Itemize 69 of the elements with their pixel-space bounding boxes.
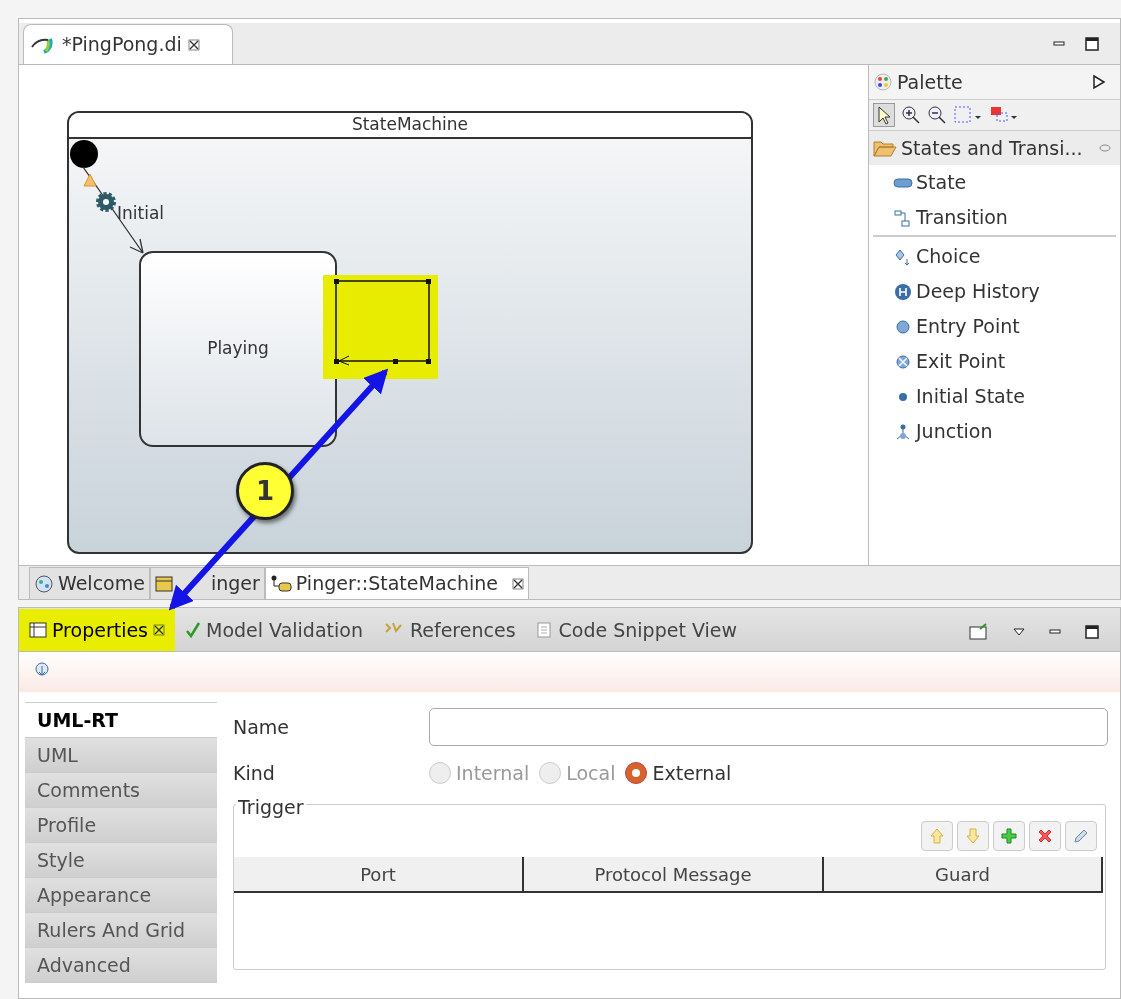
palette-tool[interactable]: Initial State — [873, 379, 1116, 414]
properties-section-tab[interactable]: Profile — [25, 808, 217, 843]
palette-tool[interactable]: Deep History — [873, 274, 1116, 309]
state-machine-icon — [269, 573, 292, 594]
view-tab[interactable]: Code Snippet View — [525, 609, 747, 651]
properties-section-tab[interactable]: Comments — [25, 773, 217, 808]
close-icon[interactable] — [187, 38, 200, 51]
palette-icon — [873, 72, 893, 92]
transition-label: Initial — [117, 202, 165, 225]
palette-tool[interactable]: Exit Point — [873, 344, 1116, 379]
delete-icon — [1036, 827, 1054, 845]
name-field[interactable] — [429, 708, 1108, 746]
marquee-icon[interactable] — [953, 105, 983, 125]
capsule-icon — [154, 574, 173, 593]
history-icon — [893, 281, 913, 302]
document-icon — [535, 621, 554, 639]
kind-label: Kind — [233, 760, 276, 786]
editor-tab[interactable]: *PingPong.di — [23, 24, 233, 64]
state-machine-title: StateMachine — [69, 113, 751, 139]
state-node[interactable]: Playing — [139, 251, 337, 447]
name-label: Name — [233, 714, 291, 740]
dropdown-icon[interactable] — [1012, 627, 1026, 637]
triangle-icon[interactable] — [1092, 74, 1106, 90]
gear-icon — [95, 191, 117, 213]
pin-view-icon[interactable] — [968, 623, 990, 641]
editor-page-tab[interactable]: Pinger::StateMachine — [264, 567, 530, 599]
view-tab[interactable]: References — [372, 609, 526, 651]
column-header[interactable]: Guard — [824, 857, 1103, 893]
pencil-icon — [1072, 827, 1090, 845]
column-header[interactable]: Port — [234, 857, 524, 893]
palette-group-header[interactable]: States and Transi... — [869, 131, 1120, 165]
zoom-in-icon[interactable] — [901, 105, 921, 125]
folder-icon — [873, 139, 897, 157]
properties-section-tab[interactable]: Style — [25, 843, 217, 878]
kind-radio-option[interactable]: External — [625, 758, 732, 788]
palette-tool[interactable]: Choice — [873, 239, 1116, 274]
properties-section-tab[interactable]: Advanced — [25, 948, 217, 983]
palette-tool[interactable]: State — [873, 165, 1116, 200]
delete-button[interactable] — [1029, 821, 1061, 851]
close-icon[interactable] — [512, 577, 525, 590]
column-header[interactable]: Protocol Message — [524, 857, 824, 893]
close-icon[interactable] — [153, 624, 166, 636]
table-icon — [29, 621, 47, 639]
view-tab[interactable]: Properties — [19, 609, 176, 651]
warning-icon — [83, 173, 97, 187]
arrow-up-icon — [928, 827, 946, 845]
palette-title: Palette — [897, 69, 964, 95]
properties-section-tab[interactable]: UML — [25, 738, 217, 773]
arrow-down-icon — [964, 827, 982, 845]
palette-tool[interactable]: Transition — [873, 200, 1116, 235]
transition-icon — [893, 207, 913, 228]
palette-tool[interactable]: Junction — [873, 414, 1116, 449]
view-tab[interactable]: Model Validation — [175, 609, 373, 651]
palette-tool[interactable]: Entry Point — [873, 309, 1116, 344]
zoom-out-icon[interactable] — [927, 105, 947, 125]
plus-button[interactable] — [993, 821, 1025, 851]
properties-section-tab[interactable]: Appearance — [25, 878, 217, 913]
editor-page-tab[interactable]: Welcome — [29, 567, 150, 599]
globe-icon — [34, 573, 54, 594]
pin-icon[interactable] — [1098, 143, 1112, 153]
pencil-button[interactable] — [1065, 821, 1097, 851]
properties-section-tab[interactable]: Rulers And Grid — [25, 913, 217, 948]
plus-icon — [1000, 827, 1018, 845]
connection-tool-icon[interactable] — [989, 105, 1019, 125]
checkmark-icon — [185, 621, 202, 639]
maximize-icon[interactable] — [1084, 624, 1100, 640]
maximize-icon[interactable] — [1084, 36, 1100, 52]
highlighted-selection[interactable] — [323, 275, 438, 379]
pointer-icon[interactable] — [873, 103, 895, 127]
